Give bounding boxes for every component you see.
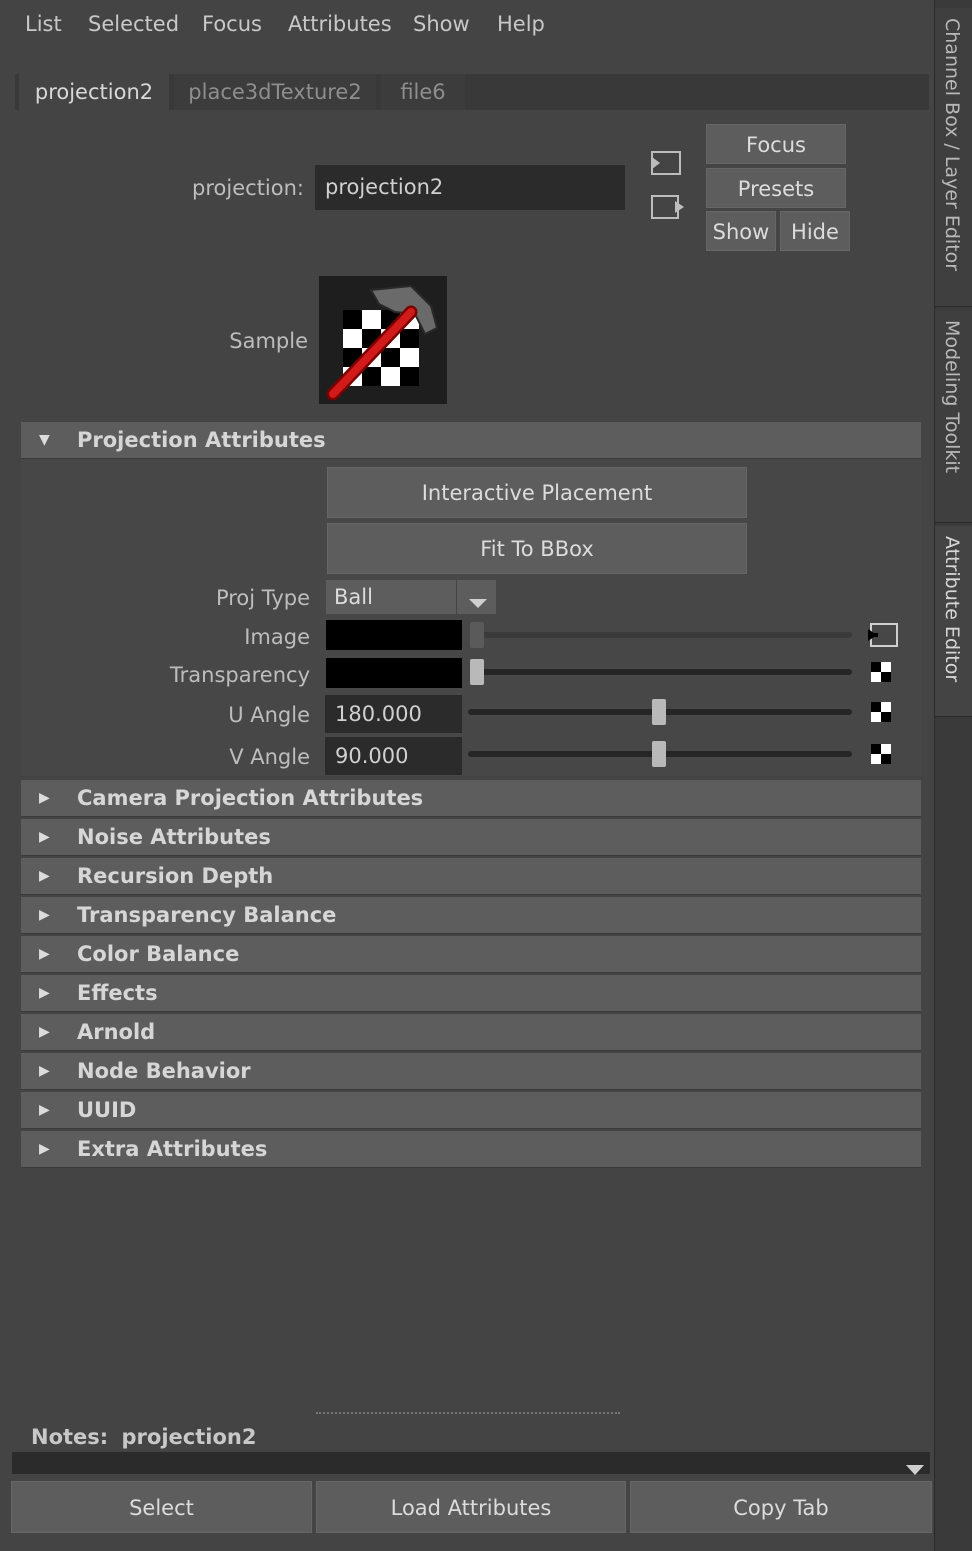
section-title: Node Behavior: [77, 1059, 251, 1083]
notes-field[interactable]: [12, 1452, 930, 1475]
transparency-map-checker-icon[interactable]: [871, 662, 891, 682]
transparency-label: Transparency: [169, 663, 310, 687]
transparency-slider-track[interactable]: [470, 669, 852, 675]
menu-selected[interactable]: Selected: [88, 12, 179, 36]
section-title: Recursion Depth: [77, 864, 274, 888]
collapsed-arrow-icon: ▶: [39, 907, 50, 923]
projection-label: projection:: [192, 176, 304, 200]
section-title: Projection Attributes: [77, 428, 326, 452]
collapsed-arrow-icon: ▶: [39, 946, 50, 962]
menu-list[interactable]: List: [25, 12, 62, 36]
side-panel-tabs: Channel Box / Layer Editor Modeling Tool…: [934, 0, 972, 1551]
notes-node-name: projection2: [121, 1425, 257, 1449]
select-button[interactable]: Select: [11, 1481, 312, 1533]
menu-help[interactable]: Help: [497, 12, 545, 36]
tab-channel-box-label: Channel Box / Layer Editor: [941, 18, 963, 272]
proj-type-value: Ball: [334, 585, 373, 609]
projection-hammer-icon: [326, 284, 439, 401]
tab-attribute-editor[interactable]: Attribute Editor: [935, 526, 972, 717]
transparency-slider-handle[interactable]: [470, 659, 484, 685]
copy-tab-button[interactable]: Copy Tab: [630, 1481, 932, 1533]
section-title: Extra Attributes: [77, 1137, 268, 1161]
fit-to-bbox-button[interactable]: Fit To BBox: [327, 523, 747, 574]
section-uuid[interactable]: ▶ UUID: [21, 1092, 921, 1129]
collapsed-arrow-icon: ▶: [39, 1102, 50, 1118]
presets-button[interactable]: Presets: [706, 168, 846, 208]
collapsed-arrow-icon: ▶: [39, 1024, 50, 1040]
section-title: Arnold: [77, 1020, 156, 1044]
interactive-placement-button[interactable]: Interactive Placement: [327, 467, 747, 518]
section-transparency-balance[interactable]: ▶ Transparency Balance: [21, 897, 921, 934]
section-title: Noise Attributes: [77, 825, 271, 849]
collapsed-arrow-icon: ▶: [39, 829, 50, 845]
section-title: Transparency Balance: [77, 903, 337, 927]
collapsed-arrow-icon: ▶: [39, 790, 50, 806]
section-noise-attributes[interactable]: ▶ Noise Attributes: [21, 819, 921, 856]
menu-attributes[interactable]: Attributes: [288, 12, 392, 36]
tab-modeling-toolkit[interactable]: Modeling Toolkit: [935, 310, 972, 523]
menu-bar: List Selected Focus Attributes Show Help: [0, 0, 932, 56]
focus-button[interactable]: Focus: [706, 124, 846, 164]
section-camera-projection-attributes[interactable]: ▶ Camera Projection Attributes: [21, 780, 921, 817]
show-button[interactable]: Show: [706, 211, 776, 251]
section-recursion-depth[interactable]: ▶ Recursion Depth: [21, 858, 921, 895]
section-projection-attributes[interactable]: ▼ Projection Attributes: [21, 422, 921, 459]
collapsed-arrow-icon: ▶: [39, 1141, 50, 1157]
sample-swatch[interactable]: [319, 276, 447, 404]
tab-channel-box-layer-editor[interactable]: Channel Box / Layer Editor: [935, 8, 972, 307]
section-arnold[interactable]: ▶ Arnold: [21, 1014, 921, 1051]
projection-name-field[interactable]: projection2: [315, 165, 625, 210]
tab-modeling-toolkit-label: Modeling Toolkit: [941, 320, 963, 474]
proj-type-dropdown[interactable]: Ball: [326, 580, 496, 614]
transparency-color-swatch[interactable]: [326, 658, 462, 688]
section-node-behavior[interactable]: ▶ Node Behavior: [21, 1053, 921, 1090]
hide-button[interactable]: Hide: [780, 211, 850, 251]
node-tab-bar: projection2 place3dTexture2 file6: [15, 74, 929, 110]
notes-splitter-handle[interactable]: [316, 1412, 620, 1414]
section-color-balance[interactable]: ▶ Color Balance: [21, 936, 921, 973]
output-connections-icon[interactable]: [649, 193, 687, 228]
section-title: Effects: [77, 981, 158, 1005]
v-angle-map-checker-icon[interactable]: [871, 744, 891, 764]
section-effects[interactable]: ▶ Effects: [21, 975, 921, 1012]
image-color-swatch[interactable]: [326, 620, 462, 650]
v-angle-label: V Angle: [229, 745, 310, 769]
chevron-down-icon: [469, 590, 487, 614]
menu-show[interactable]: Show: [413, 12, 470, 36]
tab-projection2[interactable]: projection2: [19, 74, 169, 110]
chevron-down-icon[interactable]: [906, 1457, 924, 1481]
input-connections-icon[interactable]: [649, 150, 683, 183]
section-title: UUID: [77, 1098, 137, 1122]
u-angle-field[interactable]: 180.000: [325, 695, 462, 733]
menu-focus[interactable]: Focus: [202, 12, 262, 36]
image-slider-handle[interactable]: [470, 622, 484, 648]
tab-file6[interactable]: file6: [381, 74, 465, 110]
u-angle-label: U Angle: [228, 703, 310, 727]
section-extra-attributes[interactable]: ▶ Extra Attributes: [21, 1131, 921, 1168]
load-attributes-button[interactable]: Load Attributes: [316, 1481, 626, 1533]
image-slider-track[interactable]: [470, 632, 852, 638]
collapsed-arrow-icon: ▶: [39, 985, 50, 1001]
v-angle-field[interactable]: 90.000: [325, 737, 462, 775]
image-label: Image: [244, 625, 310, 649]
notes-label: Notes:: [31, 1425, 109, 1449]
proj-type-label: Proj Type: [215, 586, 310, 610]
sample-label: Sample: [229, 329, 308, 353]
dropdown-divider: [456, 580, 457, 614]
section-title: Color Balance: [77, 942, 240, 966]
v-angle-slider-handle[interactable]: [652, 741, 666, 767]
section-title: Camera Projection Attributes: [77, 786, 424, 810]
collapsed-arrow-icon: ▶: [39, 1063, 50, 1079]
tab-attribute-editor-label: Attribute Editor: [941, 536, 963, 683]
image-map-icon[interactable]: [866, 621, 900, 654]
u-angle-map-checker-icon[interactable]: [871, 702, 891, 722]
u-angle-slider-handle[interactable]: [652, 699, 666, 725]
expanded-arrow-icon: ▼: [39, 432, 50, 448]
notes-header: Notes: projection2: [31, 1425, 256, 1449]
tab-place3dtexture2[interactable]: place3dTexture2: [174, 74, 376, 110]
collapsed-arrow-icon: ▶: [39, 868, 50, 884]
